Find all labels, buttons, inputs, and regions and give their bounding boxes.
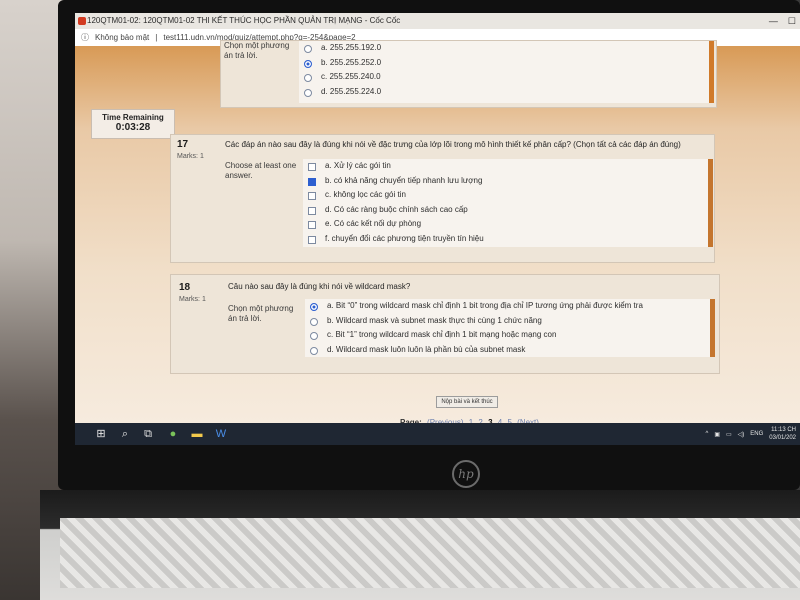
timer-label: Time Remaining [102,113,164,122]
checkbox[interactable] [308,192,316,200]
answer-option[interactable]: c. không lọc các gói tin [303,188,708,203]
question-marks: Marks: 1 [179,296,206,303]
checkbox[interactable] [308,221,316,229]
answer-option[interactable]: d. Wildcard mask luôn luôn là phần bù củ… [305,343,710,358]
window-title: 120QTM01-02: 120QTM01-02 THI KẾT THÚC HỌ… [87,16,401,25]
security-label: Không bảo mật [95,33,150,42]
question-prompt: Choose at least one answer. [225,161,297,180]
file-explorer-icon[interactable]: ▬ [189,426,205,442]
question-number: 17 [177,139,189,150]
checkbox[interactable] [308,206,316,215]
radio-button[interactable] [304,88,312,97]
network-icon[interactable]: ▣ [714,431,720,438]
maximize-icon[interactable]: ☐ [788,13,796,29]
screen: 120QTM01-02: 120QTM01-02 THI KẾT THÚC HỌ… [75,13,800,445]
windows-start-icon[interactable]: ⊞ [93,426,109,442]
answer-list: a. 255.255.192.0 b. 255.255.252.0 c. 255… [299,41,714,103]
radio-button[interactable] [304,74,312,82]
answer-option[interactable]: d. 255.255.224.0 [299,85,709,100]
checkbox[interactable] [308,235,316,244]
checkbox[interactable] [308,177,316,186]
hp-logo: hp [452,460,480,488]
chevron-up-icon[interactable]: ^ [705,431,708,437]
answer-option[interactable]: b. 255.255.252.0 [299,56,709,71]
radio-button[interactable] [304,59,312,68]
radio-button[interactable] [310,317,318,326]
answer-option[interactable]: c. 255.255.240.0 [299,70,709,85]
radio-button[interactable] [304,45,312,53]
battery-icon[interactable]: ▭ [726,431,732,438]
question-number: 18 [179,282,191,293]
info-icon[interactable]: ⓘ [81,29,89,46]
submit-finish-button[interactable]: Nộp bài và kết thúc [436,396,498,408]
taskbar: ⊞ ⌕ ⧉ ● ▬ W ^ ▣ ▭ ◁) ENG 11:13 CH 03/01/… [75,423,800,445]
radio-button[interactable] [310,332,318,340]
timer-value: 0:03:28 [115,122,151,133]
question-marks: Marks: 1 [177,153,204,160]
answer-option[interactable]: a. 255.255.192.0 [299,41,709,56]
answer-option[interactable]: a. Bit “0” trong wildcard mask chỉ định … [305,299,710,314]
answer-option[interactable]: e. Có các kết nối dự phòng [303,217,708,232]
speaker-grille [60,518,800,588]
question-prompt: Chọn một phương án trả lời. [224,41,290,60]
question-box-17: 17 Marks: 1 Các đáp án nào sau đây là đú… [170,134,715,263]
time-remaining: Time Remaining 0:03:28 [91,109,175,139]
search-icon[interactable]: ⌕ [117,426,133,442]
question-box-18: 18 Marks: 1 Câu nào sau đây là đúng khi … [170,274,720,374]
clock[interactable]: 11:13 CH 03/01/202 [769,426,796,442]
clock-time: 11:13 CH [771,427,796,433]
question-prompt: Chọn một phương án trả lời. [228,304,294,323]
answer-list: a. Xử lý các gói tin b. có khả năng chuy… [303,159,713,247]
radio-button[interactable] [310,303,318,311]
radio-button[interactable] [310,346,318,355]
volume-icon[interactable]: ◁) [738,431,745,438]
clock-date: 03/01/202 [769,435,796,441]
question-box-prev: Chọn một phương án trả lời. a. 255.255.1… [220,40,717,108]
question-text: Các đáp án nào sau đây là đúng khi nói v… [225,140,681,149]
answer-option[interactable]: a. Xử lý các gói tin [303,159,708,174]
browser-icon [78,17,86,25]
answer-option[interactable]: f. chuyển đổi các phương tiện truyền tín… [303,232,708,247]
browser-taskbar-icon[interactable]: ● [165,426,181,442]
quiz-page: Chọn một phương án trả lời. a. 255.255.1… [75,40,800,427]
answer-option[interactable]: b. có khả năng chuyển tiếp nhanh lưu lượ… [303,174,708,189]
task-view-icon[interactable]: ⧉ [140,426,156,442]
language-indicator[interactable]: ENG [750,431,763,437]
checkbox[interactable] [308,163,316,171]
question-text: Câu nào sau đây là đúng khi nói về wildc… [228,282,411,291]
window-titlebar: 120QTM01-02: 120QTM01-02 THI KẾT THÚC HỌ… [75,13,800,29]
word-icon[interactable]: W [213,426,229,442]
answer-option[interactable]: d. Có các ràng buộc chính sách cao cấp [303,203,708,218]
minimize-icon[interactable]: — [769,13,778,29]
answer-option[interactable]: c. Bit “1” trong wildcard mask chỉ định … [305,328,710,343]
answer-list: a. Bit “0” trong wildcard mask chỉ định … [305,299,715,357]
separator: | [155,33,158,42]
answer-option[interactable]: b. Wildcard mask và subnet mask thực thi… [305,314,710,329]
window-controls: — ☐ [769,13,796,29]
system-tray: ^ ▣ ▭ ◁) ENG 11:13 CH 03/01/202 [705,426,796,442]
